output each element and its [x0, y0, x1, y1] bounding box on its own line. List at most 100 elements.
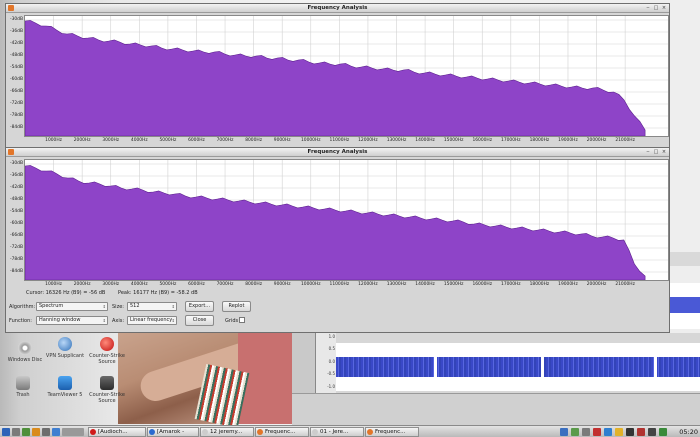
minimize-icon[interactable]: ‒ [645, 149, 651, 155]
x-tick-label: 19000Hz [558, 138, 578, 143]
flag-icon[interactable] [637, 428, 645, 436]
minimize-icon[interactable]: ‒ [645, 5, 651, 11]
notes-icon[interactable] [615, 428, 623, 436]
y-tick-label: -66dB [10, 88, 23, 94]
x-tick-label: 17000Hz [501, 282, 521, 287]
y-tick-label: -78dB [10, 256, 23, 262]
y-tick-label: -36dB [10, 172, 23, 178]
x-tick-label: 14000Hz [415, 282, 435, 287]
x-tick-label: 17000Hz [501, 138, 521, 143]
task-frequency-1[interactable]: Frequenc... [255, 427, 309, 437]
spectrum-area [25, 20, 646, 136]
updown-icon: ⇕ [171, 318, 175, 323]
y-tick-label: -42dB [10, 40, 23, 46]
updown-icon: ⇕ [102, 318, 106, 323]
close-button[interactable]: Close [185, 315, 214, 326]
x-tick-label: 6000Hz [188, 138, 205, 143]
x-tick-label: 14000Hz [415, 138, 435, 143]
desktop-icon-counter-strike[interactable]: Counter-Strike Source [84, 337, 130, 365]
x-tick-label: 12000Hz [358, 282, 378, 287]
x-tick-label: 4000Hz [130, 138, 148, 143]
x-tick-label: 1000Hz [45, 282, 62, 287]
desktop-icon-vpn[interactable]: VPN Supplicant [42, 337, 88, 359]
y-tick-label: -48dB [10, 196, 23, 202]
task-01-jeremy[interactable]: 01 - Jere... [310, 427, 364, 437]
task-amarok[interactable]: [Amarok - [147, 427, 199, 437]
terminal-icon[interactable] [22, 428, 30, 436]
disc-icon [18, 341, 32, 355]
y-tick-label: -72dB [10, 244, 23, 250]
size-select[interactable]: 512 ⇕ [127, 302, 177, 311]
grids-checkbox[interactable] [239, 317, 245, 323]
spectrum-plot[interactable] [24, 159, 669, 281]
clipboard-icon[interactable] [582, 428, 590, 436]
waveform-track[interactable] [336, 343, 700, 391]
audio-editor-window: 1.0 0.5 0.0 -0.5 -1.0 [292, 333, 700, 425]
close-icon[interactable]: × [661, 5, 667, 11]
task-frequency-2[interactable]: Frequenc... [365, 427, 419, 437]
task-app-icon [367, 429, 373, 435]
titlebar[interactable]: Frequency Analysis ‒ □ × [6, 148, 669, 157]
window-title: Frequency Analysis [307, 149, 368, 155]
x-tick-label: 3000Hz [102, 138, 120, 143]
function-label: Function: [9, 318, 32, 324]
task-app-icon [202, 429, 208, 435]
y-tick-label: -48dB [10, 52, 23, 58]
frequency-analysis-window-back[interactable]: Frequency Analysis ‒ □ × -30dB -36dB -42dB… [5, 3, 670, 150]
close-tray-icon[interactable] [593, 428, 601, 436]
x-tick-label: 7000Hz [216, 282, 234, 287]
task-app-icon [257, 429, 263, 435]
browser-icon[interactable] [32, 428, 40, 436]
export-button[interactable]: Export... [185, 301, 214, 312]
task-app-icon [90, 429, 96, 435]
audio-editor-bottom-panel [292, 393, 700, 425]
axis-select[interactable]: Linear frequency ⇕ [127, 316, 177, 325]
task-app-icon [312, 429, 318, 435]
x-tick-label: 5000Hz [159, 138, 177, 143]
task-12-jeremy[interactable]: 12 jeremy... [200, 427, 254, 437]
desktop-switcher-icon[interactable] [52, 428, 60, 436]
function-select[interactable]: Hanning window ⇕ [36, 316, 108, 325]
x-tick-label: 10000Hz [300, 138, 321, 143]
algorithm-label: Algorithm: [9, 304, 36, 310]
home-folder-icon[interactable] [12, 428, 20, 436]
x-axis: 1000Hz 2000Hz 3000Hz 4000Hz 5000Hz 6000Hz 7000… [24, 281, 669, 289]
x-tick-label: 15000Hz [443, 138, 464, 143]
x-tick-label: 13000Hz [386, 282, 407, 287]
desktop-icon-trash[interactable]: Trash [0, 376, 46, 398]
task-audiochecker[interactable]: [Audioch... [88, 427, 146, 437]
battery-icon[interactable] [659, 428, 667, 436]
maximize-icon[interactable]: □ [653, 149, 659, 155]
x-tick-label: 16000Hz [472, 138, 493, 143]
maximize-icon[interactable]: □ [653, 5, 659, 11]
amplitude-scale: 1.0 0.5 0.0 -0.5 -1.0 [316, 333, 336, 393]
cursor-readout: Cursor: 16326 Hz (B9) = -56 dB [26, 290, 106, 296]
x-tick-label: 16000Hz [472, 282, 493, 287]
display-icon[interactable] [626, 428, 634, 436]
frequency-analysis-window-front[interactable]: Frequency Analysis ‒ □ × -30dB -36dB -42dB… [5, 147, 670, 333]
background-window-edge [670, 252, 700, 266]
x-tick-label: 2000Hz [73, 138, 91, 143]
pager-icon[interactable] [62, 428, 84, 436]
algorithm-select[interactable]: Spectrum ⇕ [36, 302, 108, 311]
y-axis: -30dB -36dB -42dB -48dB -54dB -60dB -66dB -72dB… [6, 158, 24, 282]
x-tick-label: 12000Hz [358, 138, 378, 143]
x-axis: 1000Hz 2000Hz 3000Hz 4000Hz 5000Hz 6000Hz 7000… [24, 137, 669, 145]
titlebar[interactable]: Frequency Analysis ‒ □ × [6, 4, 669, 13]
clock: 05:20 [679, 428, 698, 436]
updates-icon[interactable] [604, 428, 612, 436]
y-tick-label: -42dB [10, 184, 23, 190]
spectrum-plot[interactable] [24, 15, 669, 137]
network-icon[interactable] [571, 428, 579, 436]
x-tick-label: 5000Hz [159, 282, 177, 287]
replot-button[interactable]: Replot [222, 301, 251, 312]
x-tick-label: 9000Hz [273, 282, 291, 287]
volume-icon[interactable] [648, 428, 656, 436]
x-tick-label: 8000Hz [245, 138, 262, 143]
desktop-icon-teamviewer[interactable]: TeamViewer 5 [42, 376, 88, 398]
files-icon[interactable] [42, 428, 50, 436]
close-icon[interactable]: × [661, 149, 667, 155]
bluetooth-icon[interactable] [560, 428, 568, 436]
start-menu-icon[interactable] [2, 428, 10, 436]
desktop-icon-counter-strike-2[interactable]: Counter-Strike Source [84, 376, 130, 404]
